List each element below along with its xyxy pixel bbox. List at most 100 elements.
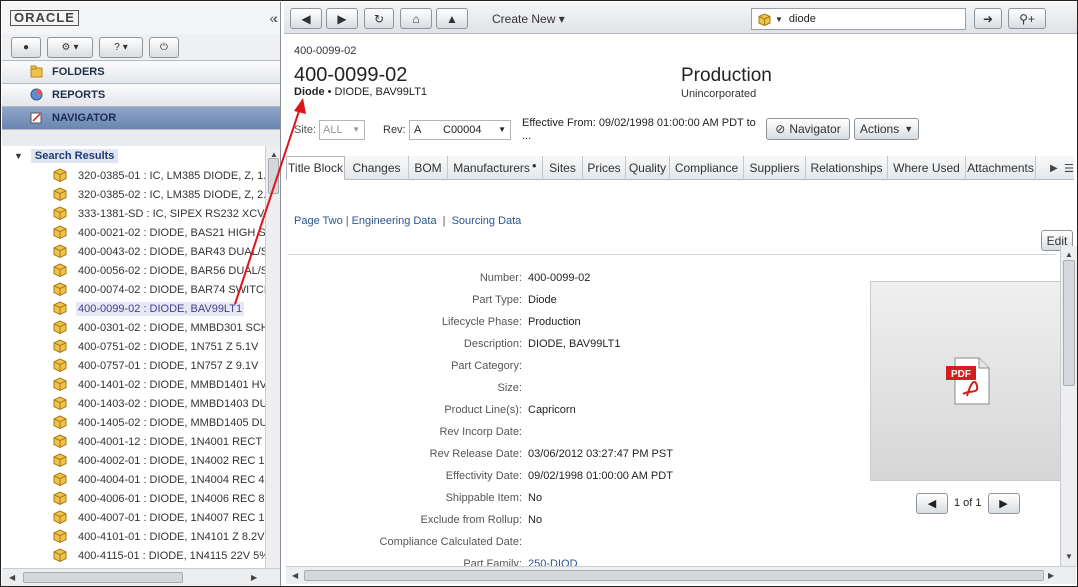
nav-folders[interactable]: FOLDERS: [2, 61, 280, 84]
tab-sites[interactable]: Sites: [543, 156, 583, 180]
tree-row[interactable]: 400-0043-02 : DIODE, BAR43 DUAL/SW: [2, 242, 269, 261]
tree-row[interactable]: 320-0385-01 : IC, LM385 DIODE, Z, 1.2V: [2, 166, 269, 185]
tree-row[interactable]: 400-1403-02 : DIODE, MMBD1403 DUAL: [2, 394, 269, 413]
field-value: Capricorn: [528, 404, 576, 416]
field-value: DIODE, BAV99LT1: [528, 338, 621, 350]
user-button[interactable]: ●: [11, 36, 41, 58]
navigator-button[interactable]: ⊘ Navigator: [766, 118, 850, 140]
scroll-down-icon[interactable]: ▼: [1065, 552, 1073, 561]
create-new-menu[interactable]: Create New ▾: [492, 12, 565, 26]
part-cube-icon: [53, 187, 67, 201]
link-engineering-data[interactable]: Engineering Data: [352, 215, 437, 227]
nav-reports[interactable]: REPORTS: [2, 84, 280, 107]
settings-button[interactable]: ⚙ ▾: [47, 36, 93, 58]
main-panel: ◀ ▶ ↻ ⌂ ▲ Create New ▾ ▼ diode ➜ ⚲ + 400-…: [284, 2, 1077, 586]
navigator-icon: ⊘: [775, 122, 786, 136]
tree-row[interactable]: 400-4007-01 : DIODE, 1N4007 REC 100: [2, 508, 269, 527]
search-input[interactable]: diode: [789, 13, 816, 25]
field-value: 03/06/2012 03:27:47 PM PST: [528, 448, 673, 460]
tree-row[interactable]: 400-0099-02 : DIODE, BAV99LT1: [2, 299, 269, 318]
left-horizontal-scrollbar[interactable]: ◀ ▶: [3, 568, 280, 586]
search-go-button[interactable]: ➜: [974, 8, 1002, 29]
scroll-thumb[interactable]: [304, 570, 1044, 581]
forward-button[interactable]: ▶: [326, 8, 358, 29]
search-type-dropdown[interactable]: ▼: [775, 15, 783, 24]
tree-row[interactable]: 400-1405-02 : DIODE, MMBD1405 DUAL: [2, 413, 269, 432]
field-row: Part Type: Diode: [284, 294, 804, 308]
link-page-two[interactable]: Page Two: [294, 215, 343, 227]
tree-header[interactable]: ▼ Search Results: [2, 146, 269, 166]
up-button[interactable]: ▲: [436, 8, 468, 29]
tab-where-used[interactable]: Where Used: [888, 156, 966, 180]
tab-label: Sites: [549, 161, 576, 175]
arrow-up-icon: ▲: [446, 11, 458, 26]
logout-button[interactable]: ⏻: [149, 36, 179, 58]
field-label: Effectivity Date:: [445, 470, 522, 482]
site-select[interactable]: ALL ▼: [319, 120, 365, 140]
main-vertical-scrollbar[interactable]: ▲ ▼: [1060, 246, 1077, 566]
nav-navigator[interactable]: NAVIGATOR: [2, 107, 280, 130]
scroll-right-icon[interactable]: ▶: [251, 573, 257, 582]
tree-row[interactable]: 320-0385-02 : IC, LM385 DIODE, Z, 2.5V: [2, 185, 269, 204]
tab-manufacturers[interactable]: Manufacturers ●: [448, 156, 543, 180]
expand-triangle-icon[interactable]: ▼: [14, 151, 23, 161]
tree-row[interactable]: 400-4004-01 : DIODE, 1N4004 REC 400: [2, 470, 269, 489]
tree-row[interactable]: 333-1381-SD : IC, SIPEX RS232 XCVR: [2, 204, 269, 223]
back-button[interactable]: ◀: [290, 8, 322, 29]
rev-select[interactable]: A C00004 ▼: [409, 120, 511, 140]
scroll-up-icon[interactable]: ▲: [1065, 250, 1073, 259]
search-results-tree: ▼ Search Results 320-0385-01 : IC, LM385…: [2, 146, 269, 568]
tab-scroll-right-icon[interactable]: ▶: [1050, 163, 1058, 174]
tab-prices[interactable]: Prices: [583, 156, 626, 180]
left-vertical-scrollbar[interactable]: ▲: [265, 146, 280, 568]
scroll-left-icon[interactable]: ◀: [292, 571, 298, 580]
next-page-button[interactable]: ▶: [987, 492, 1020, 514]
tree-row-label: 400-1401-02 : DIODE, MMBD1401 HV G: [78, 378, 269, 391]
tree-row-label: 400-0301-02 : DIODE, MMBD301 SCHO: [78, 321, 269, 334]
tree-row[interactable]: 400-1401-02 : DIODE, MMBD1401 HV G: [2, 375, 269, 394]
power-icon: ⏻: [160, 41, 168, 53]
tree-row[interactable]: 400-4101-01 : DIODE, 1N4101 Z 8.2V 5: [2, 527, 269, 546]
main-horizontal-scrollbar[interactable]: ◀ ▶: [286, 566, 1076, 584]
tree-row[interactable]: 400-0301-02 : DIODE, MMBD301 SCHO: [2, 318, 269, 337]
scroll-thumb[interactable]: [23, 572, 183, 583]
field-row: Compliance Calculated Date:: [284, 536, 804, 550]
tree-row[interactable]: 400-4002-01 : DIODE, 1N4002 REC 100: [2, 451, 269, 470]
tab-quality[interactable]: Quality: [626, 156, 670, 180]
tab-compliance[interactable]: Compliance: [670, 156, 744, 180]
tree-row[interactable]: 400-0757-01 : DIODE, 1N757 Z 9.1V: [2, 356, 269, 375]
tab-label: Compliance: [674, 161, 739, 175]
tab-changes[interactable]: Changes: [345, 156, 409, 180]
tree-row-label: 400-0056-02 : DIODE, BAR56 DUAL/SW: [78, 264, 269, 277]
home-button[interactable]: ⌂: [400, 8, 432, 29]
tree-row[interactable]: 400-0751-02 : DIODE, 1N751 Z 5.1V: [2, 337, 269, 356]
scroll-thumb[interactable]: [1063, 260, 1075, 386]
link-sourcing-data[interactable]: Sourcing Data: [452, 215, 522, 227]
tab-bom[interactable]: BOM: [409, 156, 448, 180]
tab-suppliers[interactable]: Suppliers: [744, 156, 806, 180]
tab-label: Where Used: [893, 161, 960, 175]
tab-relationships[interactable]: Relationships: [806, 156, 888, 180]
advanced-search-button[interactable]: ⚲ +: [1008, 8, 1046, 29]
refresh-button[interactable]: ↻: [364, 8, 394, 29]
attachment-preview[interactable]: PDF: [870, 281, 1062, 481]
pdf-badge: PDF: [951, 369, 971, 380]
tree-row[interactable]: 400-4006-01 : DIODE, 1N4006 REC 800: [2, 489, 269, 508]
scroll-thumb[interactable]: [268, 158, 279, 194]
tab-attachments[interactable]: Attachments: [966, 156, 1036, 180]
field-row: Lifecycle Phase: Production: [284, 316, 804, 330]
arrow-left-icon: ◀: [927, 497, 937, 510]
tree-row[interactable]: 400-4001-12 : DIODE, 1N4001 RECT 50: [2, 432, 269, 451]
actions-button[interactable]: Actions ▼: [854, 118, 919, 140]
collapse-panel-icon[interactable]: «‹: [270, 10, 279, 26]
tree-row[interactable]: 400-0056-02 : DIODE, BAR56 DUAL/SW: [2, 261, 269, 280]
tree-row[interactable]: 400-0021-02 : DIODE, BAS21 HIGH SPE: [2, 223, 269, 242]
scroll-left-icon[interactable]: ◀: [9, 573, 15, 582]
previous-page-button[interactable]: ◀: [916, 492, 948, 514]
tab-menu-icon[interactable]: ☰: [1064, 162, 1074, 175]
tree-row[interactable]: 400-0074-02 : DIODE, BAR74 SWITCHIN: [2, 280, 269, 299]
help-button[interactable]: ? ▾: [99, 36, 143, 58]
tab-title-block[interactable]: Title Block: [286, 156, 345, 180]
tree-row[interactable]: 400-4115-01 : DIODE, 1N4115 22V 5%: [2, 546, 269, 565]
scroll-right-icon[interactable]: ▶: [1048, 571, 1054, 580]
